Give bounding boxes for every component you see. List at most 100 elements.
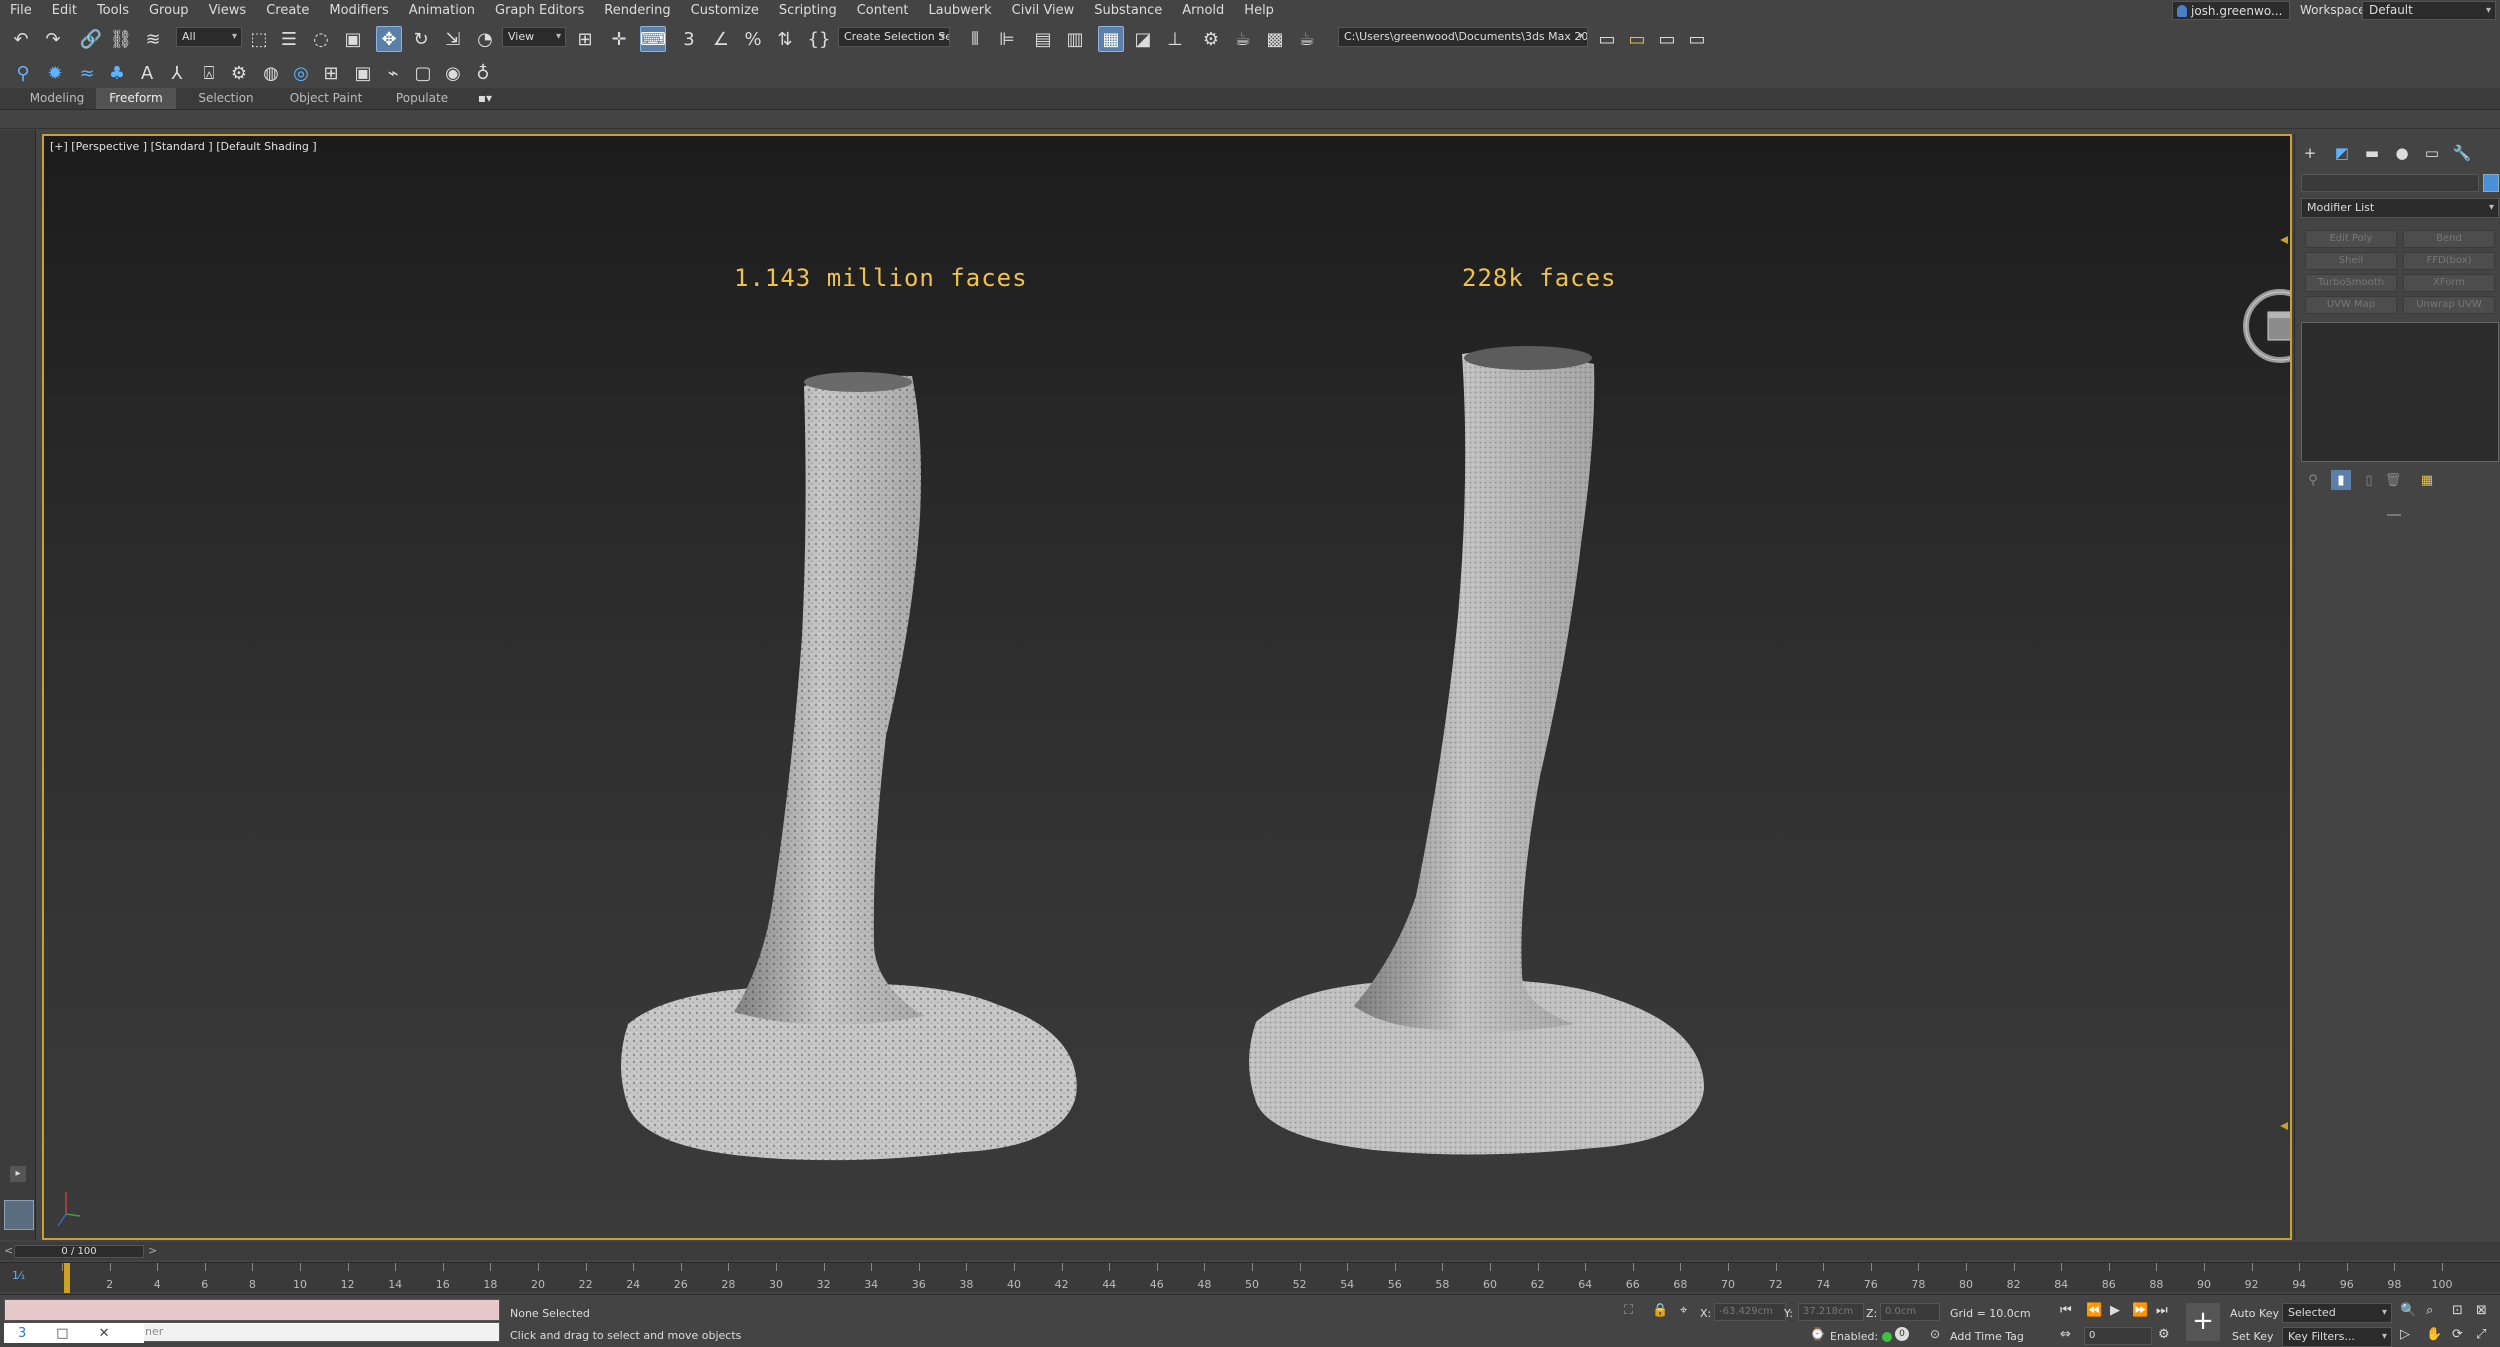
curve-editor-icon[interactable]: ◪ <box>1130 26 1156 52</box>
window-crossing-icon[interactable]: ▣ <box>340 26 366 52</box>
object-name-field[interactable] <box>2301 174 2479 192</box>
workspace-dropdown[interactable]: Default <box>2362 1 2496 20</box>
modifier-button-shell[interactable]: Shell <box>2305 252 2397 270</box>
menu-content[interactable]: Content <box>847 0 919 21</box>
percent-snap-icon[interactable]: % <box>740 26 766 52</box>
x-coord-field[interactable]: -63.429cm <box>1714 1303 1786 1321</box>
spinner-snap-icon[interactable]: ⇅ <box>772 26 798 52</box>
select-and-scale-icon[interactable]: ⇲ <box>440 26 466 52</box>
camera-icon[interactable]: ⌁ <box>380 60 406 86</box>
project-path-dropdown[interactable]: C:\Users\greenwood\Documents\3ds Max 202… <box>1338 27 1588 47</box>
tab-modeling[interactable]: Modeling <box>20 88 94 109</box>
orbit-icon[interactable]: ⟳ <box>2452 1327 2463 1342</box>
open-folder-icon[interactable]: ▭ <box>1624 26 1650 52</box>
reference-coordinate-dropdown[interactable]: View <box>502 27 566 47</box>
perspective-viewport[interactable]: [+] [Perspective ] [Standard ] [Default … <box>42 134 2292 1240</box>
modifier-button-edit-poly[interactable]: Edit Poly <box>2305 230 2397 248</box>
zoom-all-icon[interactable]: ⌕ <box>2426 1303 2433 1318</box>
previous-frame-icon[interactable]: ⏪ <box>2086 1303 2102 1318</box>
utilities-tab-icon[interactable]: 🔧 <box>2451 142 2473 164</box>
user-account-dropdown[interactable]: josh.greenwo... <box>2172 1 2290 20</box>
lightbulb-icon[interactable]: ⚲ <box>10 60 36 86</box>
edit-named-selection-icon[interactable]: {} <box>806 26 832 52</box>
viewport-layout-button[interactable] <box>4 1200 34 1230</box>
plant-settings-icon[interactable]: ⍓ <box>196 60 222 86</box>
dynamics-icon[interactable]: ≈ <box>74 60 100 86</box>
modifier-list-dropdown[interactable]: Modifier List <box>2301 198 2499 218</box>
tree-icon[interactable]: ♣ <box>104 60 130 86</box>
maximize-viewport-icon[interactable]: ⤢ <box>2476 1327 2486 1342</box>
unlink-icon[interactable]: ⛓ <box>108 26 134 52</box>
select-and-place-icon[interactable]: ◔ <box>472 26 498 52</box>
high-poly-tree-stump[interactable] <box>621 372 1077 1161</box>
bulb-icon[interactable]: ♁ <box>470 60 496 86</box>
box-icon[interactable]: ▢ <box>410 60 436 86</box>
frame-icon[interactable]: ▣ <box>350 60 376 86</box>
absolute-mode-icon[interactable]: ⌖ <box>1680 1303 1687 1318</box>
schematic-view-icon[interactable]: ⊥ <box>1162 26 1188 52</box>
menu-civil-view[interactable]: Civil View <box>1002 0 1085 21</box>
hierarchy-tab-icon[interactable]: ▬ <box>2361 142 2383 164</box>
key-filters-button[interactable]: Key Filters... <box>2282 1327 2392 1347</box>
maxscript-input[interactable] <box>4 1299 500 1321</box>
isolate-icon[interactable]: ⛶ <box>1624 1303 1633 1318</box>
panel-resize-handle[interactable] <box>2387 514 2401 516</box>
gear-icon[interactable]: ⚙ <box>226 60 252 86</box>
mirror-icon[interactable]: ⫴ <box>962 26 988 52</box>
selection-filter-dropdown[interactable]: All <box>176 27 242 47</box>
create-tab-icon[interactable]: + <box>2299 142 2321 164</box>
time-prev-icon[interactable]: < <box>4 1244 13 1257</box>
auto-key-button[interactable]: Auto Key <box>2230 1307 2279 1320</box>
bind-spacewarp-icon[interactable]: ≋ <box>140 26 166 52</box>
set-key-plus-icon[interactable]: + <box>2186 1303 2220 1341</box>
menu-rendering[interactable]: Rendering <box>594 0 680 21</box>
modifier-button-unwrap-uvw[interactable]: Unwrap UVW <box>2403 296 2495 314</box>
select-manipulate-icon[interactable]: ✛ <box>606 26 632 52</box>
project-folder-icon[interactable]: ▭ <box>1594 26 1620 52</box>
export-folder-icon[interactable]: ▭ <box>1684 26 1710 52</box>
restore-icon[interactable]: □ <box>56 1326 68 1341</box>
undo-icon[interactable]: ↶ <box>8 26 34 52</box>
ribbon-options-icon[interactable]: ▪▾ <box>470 88 500 109</box>
menu-scripting[interactable]: Scripting <box>769 0 847 21</box>
pan-view-icon[interactable]: ✋ <box>2426 1327 2442 1342</box>
maxscript-listener[interactable]: ner 3 □ ✕ <box>4 1299 500 1343</box>
sun-icon[interactable]: ✹ <box>42 60 68 86</box>
mini-curve-editor-icon[interactable]: 1⁄₁ <box>12 1269 25 1282</box>
motion-tab-icon[interactable]: ● <box>2391 142 2413 164</box>
named-selection-set-dropdown[interactable]: Create Selection Se <box>838 27 950 47</box>
modifier-button-ffd[interactable]: FFD(box) <box>2403 252 2495 270</box>
field-of-view-icon[interactable]: ▷ <box>2400 1327 2410 1342</box>
track-bar[interactable]: 1⁄₁ 2 4 6 8 10 12 14 16 18 20 22 24 26 28 30 32 34 36 38 40… <box>0 1262 2500 1293</box>
object-color-swatch[interactable] <box>2483 174 2499 192</box>
viewport-icon[interactable]: ◎ <box>288 60 314 86</box>
play-icon[interactable]: ▶ <box>2110 1303 2120 1318</box>
browse-folder-icon[interactable]: ▭ <box>1654 26 1680 52</box>
selection-region-icon[interactable]: ◌ <box>308 26 334 52</box>
menu-laubwerk[interactable]: Laubwerk <box>918 0 1001 21</box>
zoom-extents-icon[interactable]: ⊡ <box>2452 1303 2463 1318</box>
tab-populate[interactable]: Populate <box>386 88 458 109</box>
select-object-icon[interactable]: ⬚ <box>246 26 272 52</box>
menu-graph-editors[interactable]: Graph Editors <box>485 0 594 21</box>
layer-explorer-icon[interactable]: ▥ <box>1062 26 1088 52</box>
pivot-center-icon[interactable]: ⊞ <box>572 26 598 52</box>
zoom-icon[interactable]: 🔍 <box>2400 1303 2416 1318</box>
redo-icon[interactable]: ↷ <box>40 26 66 52</box>
render-production-icon[interactable]: ☕ <box>1294 26 1320 52</box>
display-tab-icon[interactable]: ▭ <box>2421 142 2443 164</box>
snaps-toggle-icon[interactable]: 3 <box>676 26 702 52</box>
adaptive-degradation-icon[interactable]: 0 <box>1895 1327 1909 1341</box>
y-coord-field[interactable]: 37.218cm <box>1798 1303 1864 1321</box>
pin-stack-icon[interactable]: ⚲ <box>2303 470 2323 490</box>
menu-substance[interactable]: Substance <box>1084 0 1172 21</box>
material-editor-icon[interactable]: ⚙ <box>1198 26 1224 52</box>
menu-views[interactable]: Views <box>199 0 257 21</box>
time-slider[interactable]: 0 / 100 <box>14 1245 144 1258</box>
expand-arrow-icon[interactable]: ▸ <box>10 1166 26 1182</box>
angle-snap-icon[interactable]: ∠ <box>708 26 734 52</box>
modify-tab-icon[interactable]: ◩ <box>2331 142 2353 164</box>
show-end-result-icon[interactable]: ▮ <box>2331 470 2351 490</box>
grid-icon[interactable]: ⊞ <box>318 60 344 86</box>
plant-icon[interactable]: ⅄ <box>164 60 190 86</box>
